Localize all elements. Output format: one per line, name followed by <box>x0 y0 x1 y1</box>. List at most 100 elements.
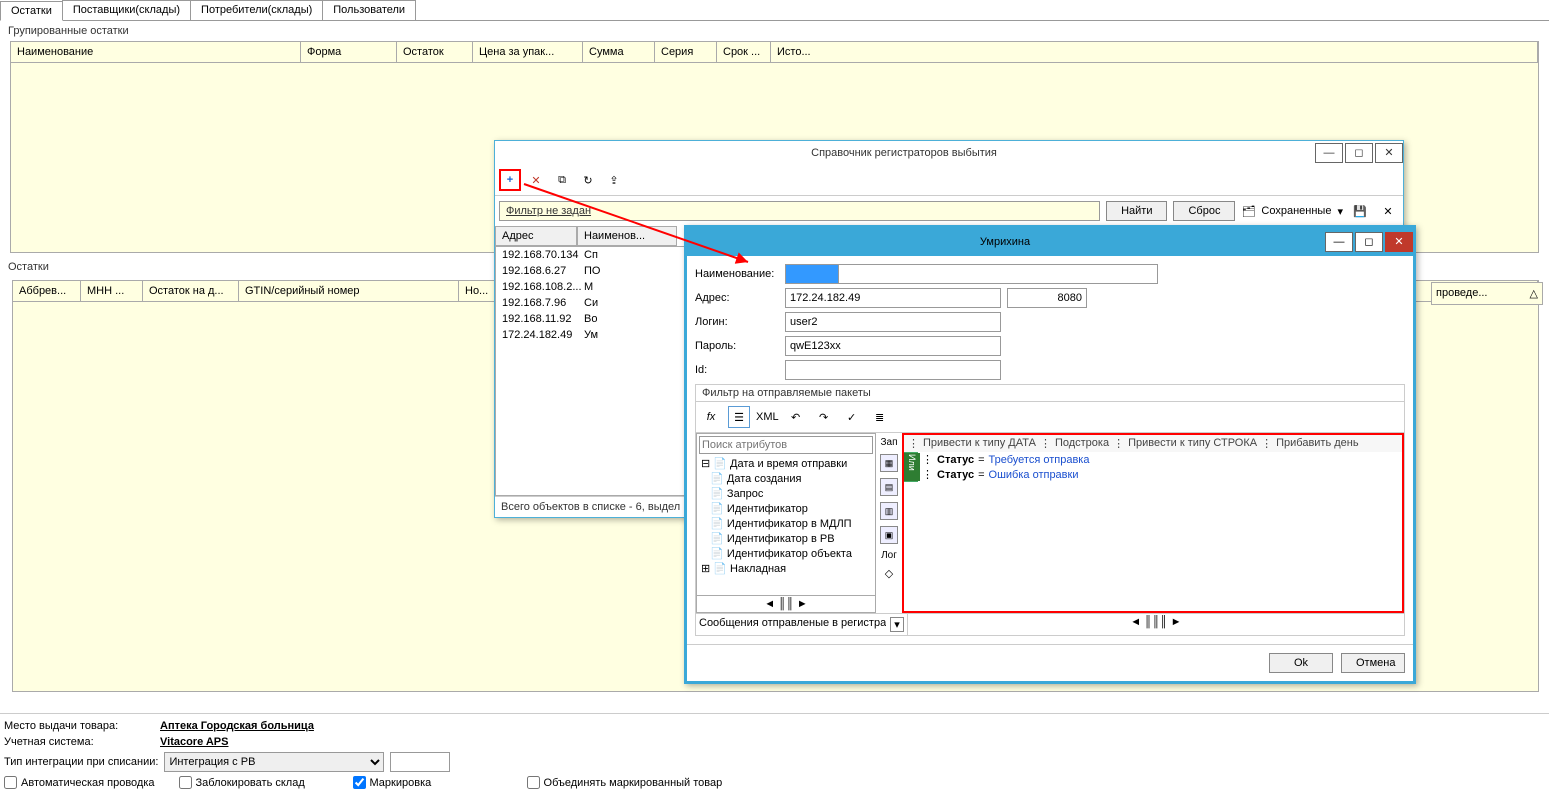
tab-suppliers[interactable]: Поставщики(склады) <box>62 0 191 20</box>
col-name[interactable]: Наименование <box>11 42 301 62</box>
condition-row[interactable]: ⋮Статус = Требуется отправка <box>918 452 1402 467</box>
chk-merge[interactable]: Объединять маркированный товар <box>527 776 723 789</box>
chk-auto[interactable]: Автоматическая проводка <box>4 776 155 789</box>
expand-icon[interactable]: ◇ <box>885 567 893 580</box>
minimize-button[interactable]: — <box>1315 143 1343 163</box>
zap-label: Зап <box>880 437 897 448</box>
col-sum[interactable]: Сумма <box>583 42 655 62</box>
col-gtin[interactable]: GTIN/серийный номер <box>239 281 459 301</box>
func[interactable]: Прибавить день <box>1276 437 1359 450</box>
redo-button[interactable]: ↷ <box>813 406 835 428</box>
dlg2-titlebar[interactable]: Умрихина — ◻ ✕ <box>687 228 1413 256</box>
col-address[interactable]: Адрес <box>495 226 577 246</box>
attr-search-input[interactable] <box>699 436 873 454</box>
sort-icon[interactable]: △ <box>1530 287 1538 300</box>
tab-users[interactable]: Пользователи <box>322 0 416 20</box>
list-button[interactable]: ≣ <box>869 406 891 428</box>
attr-node[interactable]: 📄 Запрос <box>697 486 875 501</box>
attr-tree[interactable]: ⊟ 📄 Дата и время отправки 📄 Дата создани… <box>697 456 875 595</box>
attr-node[interactable]: ⊞ 📄 Накладная <box>697 561 875 576</box>
reset-button[interactable]: Сброс <box>1173 201 1235 221</box>
cond-field: Статус <box>937 469 974 481</box>
tab-ostatki[interactable]: Остатки <box>0 1 63 21</box>
login-field[interactable] <box>785 312 1001 332</box>
chk-mark[interactable]: Маркировка <box>353 776 503 789</box>
col-mnn[interactable]: МНН ... <box>81 281 143 301</box>
col-name2[interactable]: Наименов... <box>577 226 677 246</box>
cond-hscroll[interactable]: ◄ ║║║ ► <box>907 614 1404 635</box>
xml-label[interactable]: XML <box>756 411 779 423</box>
cell-addr: 172.24.182.49 <box>496 327 578 343</box>
copy-button[interactable]: ⧉ <box>551 169 573 191</box>
col-rest[interactable]: Остаток <box>397 42 473 62</box>
attr-node[interactable]: 📄 Идентификатор в МДЛП <box>697 516 875 531</box>
attr-node[interactable]: 📄 Идентификатор <box>697 501 875 516</box>
save-filter-button[interactable]: 💾 <box>1349 200 1371 222</box>
dlg1-titlebar[interactable]: Справочник регистраторов выбытия — ◻ ✕ <box>495 141 1403 165</box>
grid1-header: Наименование Форма Остаток Цена за упак.… <box>10 41 1539 63</box>
footer: Место выдачи товара:Аптека Городская бол… <box>0 713 1549 799</box>
col-expiry[interactable]: Срок ... <box>717 42 771 62</box>
icon-1[interactable]: ▦ <box>880 454 898 472</box>
attr-node[interactable]: 📄 Идентификатор в РВ <box>697 531 875 546</box>
icon-3[interactable]: ▥ <box>880 502 898 520</box>
name-field[interactable] <box>838 264 1158 284</box>
address-field[interactable] <box>785 288 1001 308</box>
find-button[interactable]: Найти <box>1106 201 1167 221</box>
value-system[interactable]: Vitacore APS <box>160 736 228 748</box>
integration-extra-field[interactable] <box>390 752 450 772</box>
port-field[interactable] <box>1007 288 1087 308</box>
integration-select[interactable]: Интеграция с РВ <box>164 752 384 772</box>
dlg1-title: Справочник регистраторов выбытия <box>495 147 1313 159</box>
name-field-selected[interactable] <box>785 264 839 284</box>
refresh-button[interactable]: ↻ <box>577 169 599 191</box>
attr-node[interactable]: 📄 Идентификатор объекта <box>697 546 875 561</box>
func[interactable]: Привести к типу ДАТА <box>923 437 1036 450</box>
saved-dropdown[interactable]: Сохраненные <box>1261 205 1331 217</box>
col-form[interactable]: Форма <box>301 42 397 62</box>
fx-button[interactable]: fx <box>700 406 722 428</box>
col-abbr[interactable]: Аббрев... <box>13 281 81 301</box>
ok-button[interactable]: Ok <box>1269 653 1333 673</box>
cell-addr: 192.168.6.27 <box>496 263 578 279</box>
clear-filter-button[interactable]: ✕ <box>1377 200 1399 222</box>
check-button[interactable]: ✓ <box>841 406 863 428</box>
filter-input[interactable]: Фильтр не задан <box>499 201 1100 221</box>
id-field[interactable] <box>785 360 1001 380</box>
tab-consumers[interactable]: Потребители(склады) <box>190 0 323 20</box>
msg-dropdown[interactable]: ▾ <box>890 617 904 632</box>
saved-caret[interactable]: ▾ <box>1337 205 1343 218</box>
minimize-button[interactable]: — <box>1325 232 1353 252</box>
col-rest2[interactable]: Остаток на д... <box>143 281 239 301</box>
cond-value[interactable]: Ошибка отправки <box>989 469 1079 481</box>
condition-row[interactable]: ⋮Статус = Ошибка отправки <box>918 467 1402 482</box>
icon-4[interactable]: ▣ <box>880 526 898 544</box>
col-source[interactable]: Исто... <box>771 42 1538 62</box>
maximize-button[interactable]: ◻ <box>1355 232 1383 252</box>
attr-node[interactable]: ⊟ 📄 Дата и время отправки <box>697 456 875 471</box>
close-button[interactable]: ✕ <box>1385 232 1413 252</box>
col-series[interactable]: Серия <box>655 42 717 62</box>
tree-button[interactable]: ☰ <box>728 406 750 428</box>
export-button[interactable]: ⇪ <box>603 169 625 191</box>
attr-node[interactable]: 📄 Дата создания <box>697 471 875 486</box>
col-price[interactable]: Цена за упак... <box>473 42 583 62</box>
condition-panel: ⋮Привести к типу ДАТА ⋮Подстрока ⋮Привес… <box>902 433 1404 613</box>
col-provede[interactable]: проведе... <box>1436 287 1488 300</box>
icon-2[interactable]: ▤ <box>880 478 898 496</box>
cond-op: = <box>978 469 984 481</box>
func[interactable]: Привести к типу СТРОКА <box>1128 437 1257 450</box>
value-place[interactable]: Аптека Городская больница <box>160 720 314 732</box>
password-field[interactable] <box>785 336 1001 356</box>
chk-block[interactable]: Заблокировать склад <box>179 776 329 789</box>
section-grouped-label: Групированные остатки <box>0 21 1549 41</box>
undo-button[interactable]: ↶ <box>785 406 807 428</box>
func[interactable]: Подстрока <box>1055 437 1109 450</box>
add-button[interactable]: + <box>499 169 521 191</box>
close-button[interactable]: ✕ <box>1375 143 1403 163</box>
maximize-button[interactable]: ◻ <box>1345 143 1373 163</box>
cond-value[interactable]: Требуется отправка <box>989 454 1090 466</box>
delete-button[interactable]: ✕ <box>525 169 547 191</box>
hscroll[interactable]: ◄ ║║ ► <box>697 595 875 612</box>
cancel-button[interactable]: Отмена <box>1341 653 1405 673</box>
